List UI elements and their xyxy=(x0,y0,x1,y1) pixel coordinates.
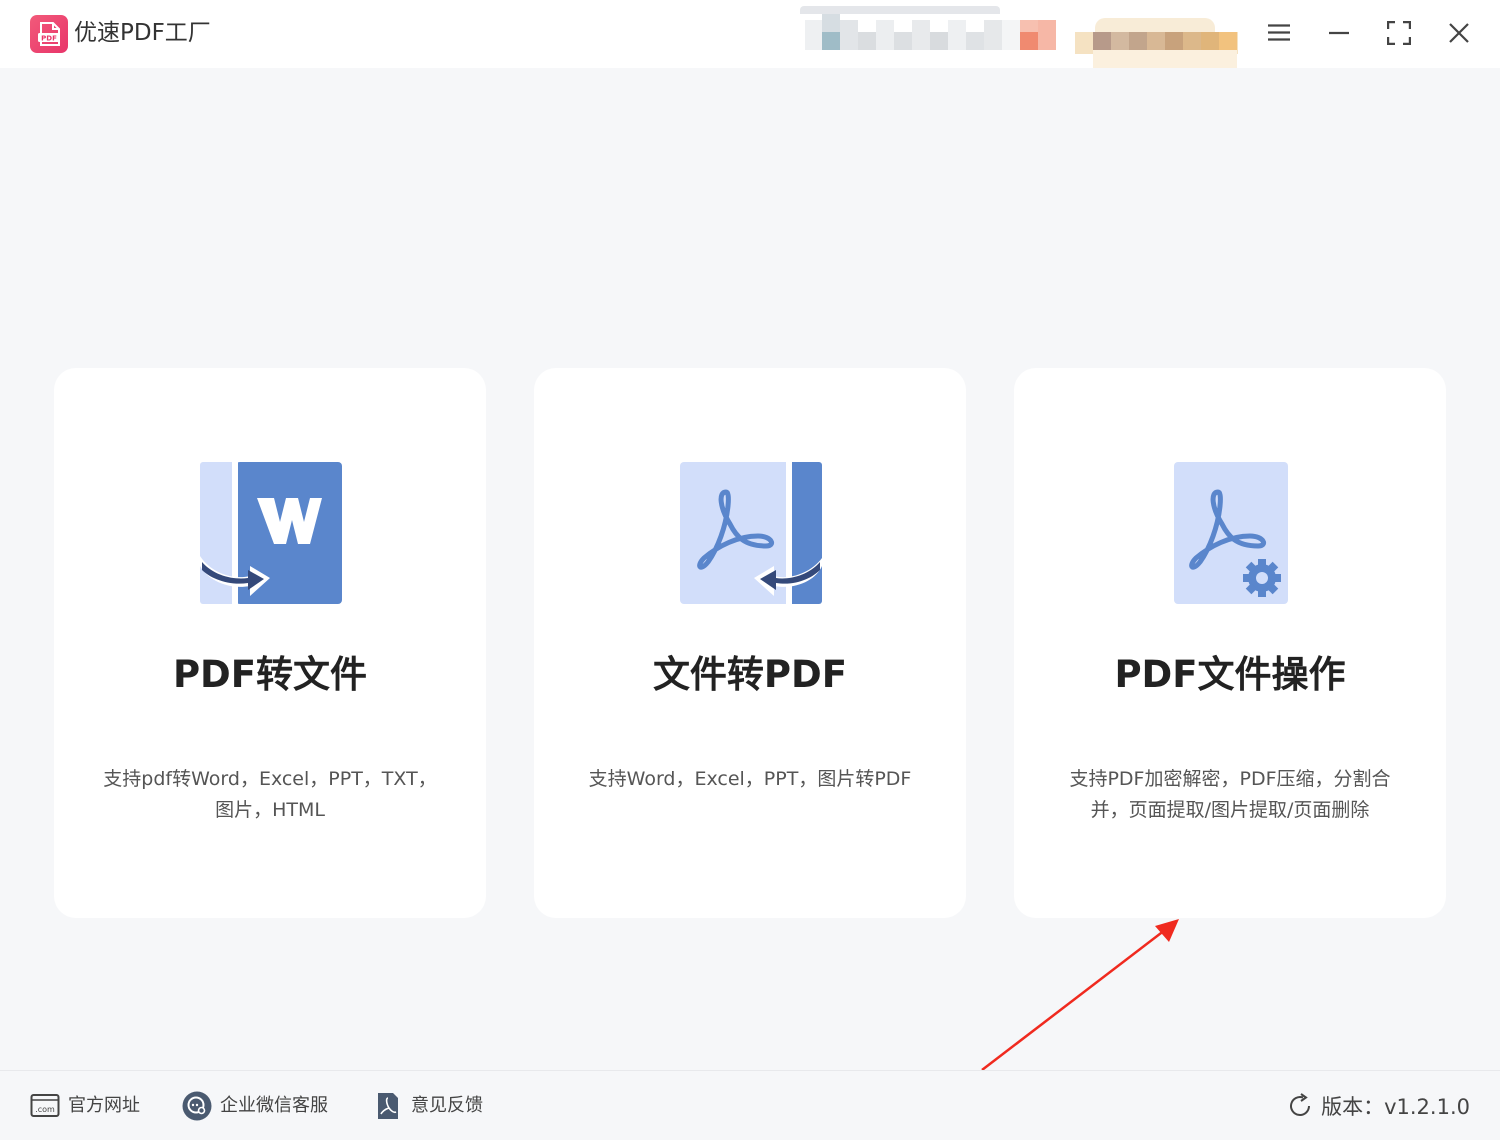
close-button[interactable] xyxy=(1439,14,1479,52)
card-file-to-pdf[interactable]: 文件转PDF 支持Word，Excel，PPT，图片转PDF xyxy=(534,368,966,918)
card-title: 文件转PDF xyxy=(652,653,848,696)
feedback-icon xyxy=(373,1091,403,1121)
app-logo: PDF xyxy=(30,15,68,53)
card-title: PDF转文件 xyxy=(172,653,368,696)
minimize-icon xyxy=(1329,31,1349,35)
wechat-icon xyxy=(182,1091,212,1121)
menu-icon xyxy=(1268,24,1290,41)
blurred-vip-badge xyxy=(1075,18,1238,68)
feedback-link[interactable]: 意见反馈 xyxy=(373,1091,483,1121)
card-description: 支持Word，Excel，PPT，图片转PDF xyxy=(588,768,912,790)
version-info[interactable]: 版本：v1.2.1.0 xyxy=(1287,1091,1470,1121)
card-pdf-to-file[interactable]: PDF转文件 支持pdf转Word，Excel，PPT，TXT， 图片，HTML xyxy=(54,368,486,918)
svg-text:.com: .com xyxy=(35,1105,55,1114)
website-icon: .com xyxy=(30,1091,60,1121)
card-description: 支持pdf转Word，Excel，PPT，TXT， 图片，HTML xyxy=(103,768,437,821)
wechat-service-link[interactable]: 企业微信客服 xyxy=(182,1091,328,1121)
footer-bar: .com 官方网址 企业微信客服 意见反馈 版本：v1.2.1.0 xyxy=(0,1070,1500,1140)
card-title: PDF文件操作 xyxy=(1114,653,1346,696)
close-icon xyxy=(1449,23,1469,43)
card-pdf-operations[interactable]: PDF文件操作 支持PDF加密解密，PDF压缩，分割合 并，页面提取/图片提取/… xyxy=(1014,368,1446,918)
wechat-label: 企业微信客服 xyxy=(220,1095,328,1116)
main-area: PDF转文件 支持pdf转Word，Excel，PPT，TXT， 图片，HTML… xyxy=(0,68,1500,1071)
annotation-arrow xyxy=(981,919,1179,1071)
feedback-label: 意见反馈 xyxy=(411,1095,483,1116)
svg-text:PDF: PDF xyxy=(41,35,57,43)
version-label: 版本：v1.2.1.0 xyxy=(1321,1095,1470,1119)
menu-button[interactable] xyxy=(1259,14,1299,52)
word-document-icon xyxy=(198,462,344,608)
app-title: 优速PDF工厂 xyxy=(74,20,211,46)
refresh-icon xyxy=(1287,1093,1313,1119)
blurred-user-area xyxy=(800,6,1058,50)
maximize-icon xyxy=(1387,21,1411,45)
pdf-settings-icon xyxy=(1158,462,1304,608)
pdf-document-icon xyxy=(678,462,824,608)
website-label: 官方网址 xyxy=(68,1095,140,1116)
card-description: 支持PDF加密解密，PDF压缩，分割合 并，页面提取/图片提取/页面删除 xyxy=(1069,768,1391,821)
maximize-button[interactable] xyxy=(1379,14,1419,52)
official-website-link[interactable]: .com 官方网址 xyxy=(30,1091,140,1121)
title-bar: PDF 优速PDF工厂 xyxy=(0,0,1500,68)
minimize-button[interactable] xyxy=(1319,14,1359,52)
